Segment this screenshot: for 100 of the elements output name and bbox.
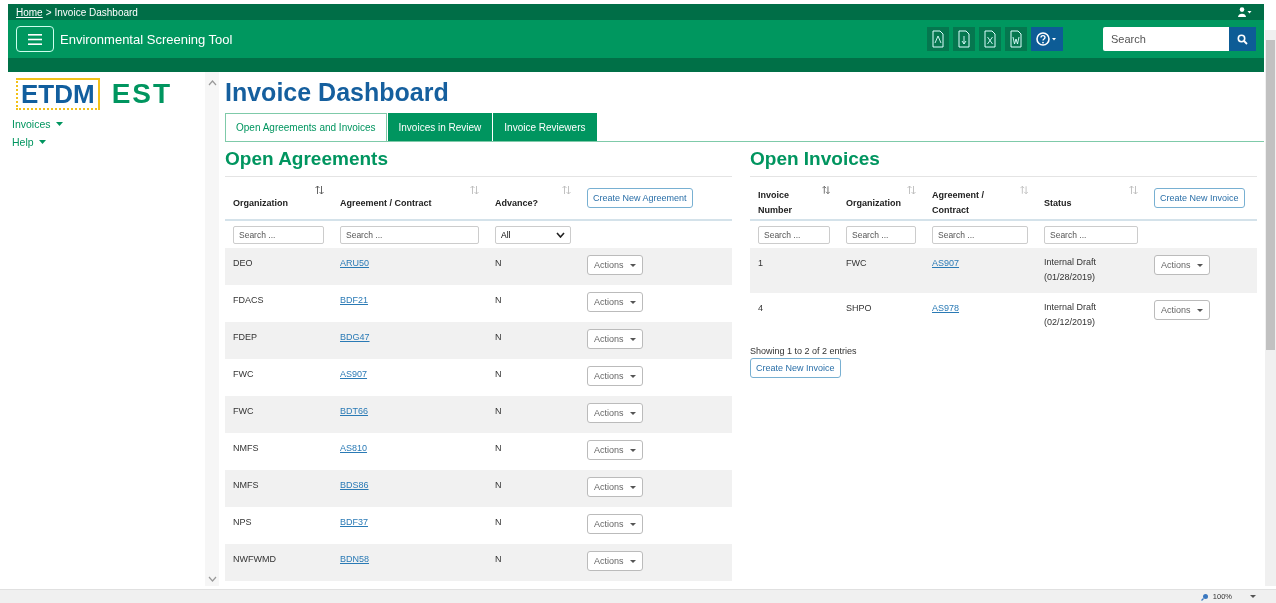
zoom-icon bbox=[1200, 592, 1209, 601]
table-cell-text: 4 bbox=[757, 302, 764, 313]
actions-button[interactable]: Actions bbox=[587, 440, 643, 460]
table-cell-text: FWC bbox=[845, 257, 868, 268]
agreement-link[interactable]: AS907 bbox=[932, 258, 960, 268]
menu-button[interactable] bbox=[16, 26, 54, 52]
menu-icon bbox=[28, 33, 42, 45]
search-icon bbox=[1237, 33, 1248, 45]
document-icon[interactable] bbox=[1005, 27, 1027, 51]
agreement-link[interactable]: BDS86 bbox=[340, 480, 369, 490]
caret-icon bbox=[629, 522, 636, 526]
sidebar-item[interactable]: Invoices bbox=[8, 115, 205, 133]
app-title: Environmental Screening Tool bbox=[60, 31, 233, 47]
actions-button[interactable]: Actions bbox=[587, 329, 643, 349]
filter-field[interactable]: Search ... bbox=[340, 225, 479, 244]
agreement-link[interactable]: AS907 bbox=[340, 369, 368, 379]
breadcrumb-current: Invoice Dashboard bbox=[54, 6, 138, 18]
agreement-link[interactable]: BDF37 bbox=[340, 517, 368, 527]
section-title: Open Invoices bbox=[750, 148, 881, 170]
actions-button[interactable]: Actions bbox=[587, 255, 643, 275]
column-header[interactable]: Invoice Number bbox=[758, 178, 820, 218]
search-field[interactable]: Search bbox=[1103, 27, 1229, 51]
table-cell-text: FWC bbox=[232, 405, 255, 416]
filter-field[interactable]: Search ... bbox=[932, 225, 1028, 244]
actions-button[interactable]: Actions bbox=[587, 403, 643, 423]
caret-icon bbox=[629, 263, 636, 267]
actions-button[interactable]: Actions bbox=[587, 551, 643, 571]
column-header[interactable]: Agreement / Contract bbox=[932, 178, 1018, 218]
table-cell-text: N bbox=[494, 331, 503, 342]
sort-icon[interactable] bbox=[315, 185, 324, 195]
table-cell-text: N bbox=[494, 516, 503, 527]
document-icon[interactable] bbox=[979, 27, 1001, 51]
column-header[interactable]: Organization bbox=[846, 185, 901, 211]
filter-field[interactable]: Search ... bbox=[758, 225, 830, 244]
table-cell-text: N bbox=[494, 553, 503, 564]
table-cell-text: N bbox=[494, 405, 503, 416]
caret-icon bbox=[629, 559, 636, 563]
agreement-link[interactable]: BDT66 bbox=[340, 406, 368, 416]
chevron-down-icon bbox=[556, 231, 565, 238]
tab[interactable]: Open Agreements and Invoices bbox=[225, 113, 387, 141]
column-header[interactable]: Organization bbox=[233, 185, 288, 211]
breadcrumb-link[interactable]: Home bbox=[16, 6, 43, 18]
table-cell-text: NMFS bbox=[232, 442, 260, 453]
scroll-down-icon[interactable] bbox=[207, 576, 217, 582]
actions-button[interactable]: Actions bbox=[587, 292, 643, 312]
page-title: Invoice Dashboard bbox=[225, 78, 450, 107]
table-cell-text: FDACS bbox=[232, 294, 265, 305]
table-cell-text: FDEP bbox=[232, 331, 258, 342]
table-cell-text: 1 bbox=[757, 257, 764, 268]
help-icon[interactable] bbox=[1031, 27, 1063, 51]
create-agreement-button[interactable]: Create New Agreement bbox=[587, 188, 693, 208]
document-icon[interactable] bbox=[927, 27, 949, 51]
tab[interactable]: Invoice Reviewers bbox=[493, 113, 597, 141]
document-icon[interactable] bbox=[953, 27, 975, 51]
est-logo: EST bbox=[111, 80, 173, 108]
advance-select[interactable]: All bbox=[495, 225, 571, 244]
sort-icon[interactable] bbox=[821, 185, 830, 195]
filter-field[interactable]: Search ... bbox=[846, 225, 916, 244]
agreement-link[interactable]: BDF21 bbox=[340, 295, 368, 305]
actions-button[interactable]: Actions bbox=[587, 366, 643, 386]
filter-field[interactable]: Search ... bbox=[233, 225, 324, 244]
status-cell-text: Internal Draft (02/12/2019) bbox=[1044, 301, 1098, 329]
filter-field[interactable]: Search ... bbox=[1044, 225, 1138, 244]
etdm-logo: ETDM bbox=[16, 78, 100, 110]
caret-icon bbox=[38, 140, 46, 144]
caret-icon bbox=[629, 411, 636, 415]
actions-button[interactable]: Actions bbox=[587, 477, 643, 497]
column-header[interactable]: Agreement / Contract bbox=[340, 185, 432, 211]
agreement-link[interactable]: BDN58 bbox=[340, 554, 369, 564]
caret-icon bbox=[629, 485, 636, 489]
table-cell-text: N bbox=[494, 442, 503, 453]
scroll-up-icon[interactable] bbox=[207, 80, 217, 86]
status-cell-text: Internal Draft (01/28/2019) bbox=[1044, 256, 1098, 284]
caret-icon bbox=[1196, 308, 1203, 312]
create-invoice-button[interactable]: Create New Invoice bbox=[750, 358, 841, 378]
scrollbar-thumb[interactable] bbox=[1266, 40, 1275, 350]
table-cell-text: N bbox=[494, 368, 503, 379]
section-title: Open Agreements bbox=[225, 148, 389, 170]
actions-button[interactable]: Actions bbox=[1154, 255, 1210, 275]
user-menu-icon[interactable] bbox=[1238, 7, 1252, 17]
column-header[interactable]: Advance? bbox=[495, 185, 538, 211]
agreement-link[interactable]: BDG47 bbox=[340, 332, 370, 342]
create-invoice-button[interactable]: Create New Invoice bbox=[1154, 188, 1245, 208]
actions-button[interactable]: Actions bbox=[587, 514, 643, 534]
table-cell-text: NMFS bbox=[232, 479, 260, 490]
caret-icon[interactable] bbox=[1250, 595, 1256, 598]
search-button[interactable] bbox=[1229, 27, 1256, 51]
table-cell-text: N bbox=[494, 294, 503, 305]
agreement-link[interactable]: AS978 bbox=[932, 303, 960, 313]
actions-button[interactable]: Actions bbox=[1154, 300, 1210, 320]
table-cell-text: N bbox=[494, 257, 503, 268]
tab[interactable]: Invoices in Review bbox=[387, 113, 493, 141]
table-cell-text: SHPO bbox=[845, 302, 873, 313]
table-cell-text: FWC bbox=[232, 368, 255, 379]
column-header[interactable]: Status bbox=[1044, 185, 1072, 211]
agreement-link[interactable]: ARU50 bbox=[340, 258, 369, 268]
entries-info: Showing 1 to 2 of 2 entries bbox=[750, 346, 857, 356]
agreement-link[interactable]: AS810 bbox=[340, 443, 368, 453]
caret-icon bbox=[629, 300, 636, 304]
sidebar-item[interactable]: Help bbox=[8, 133, 205, 151]
